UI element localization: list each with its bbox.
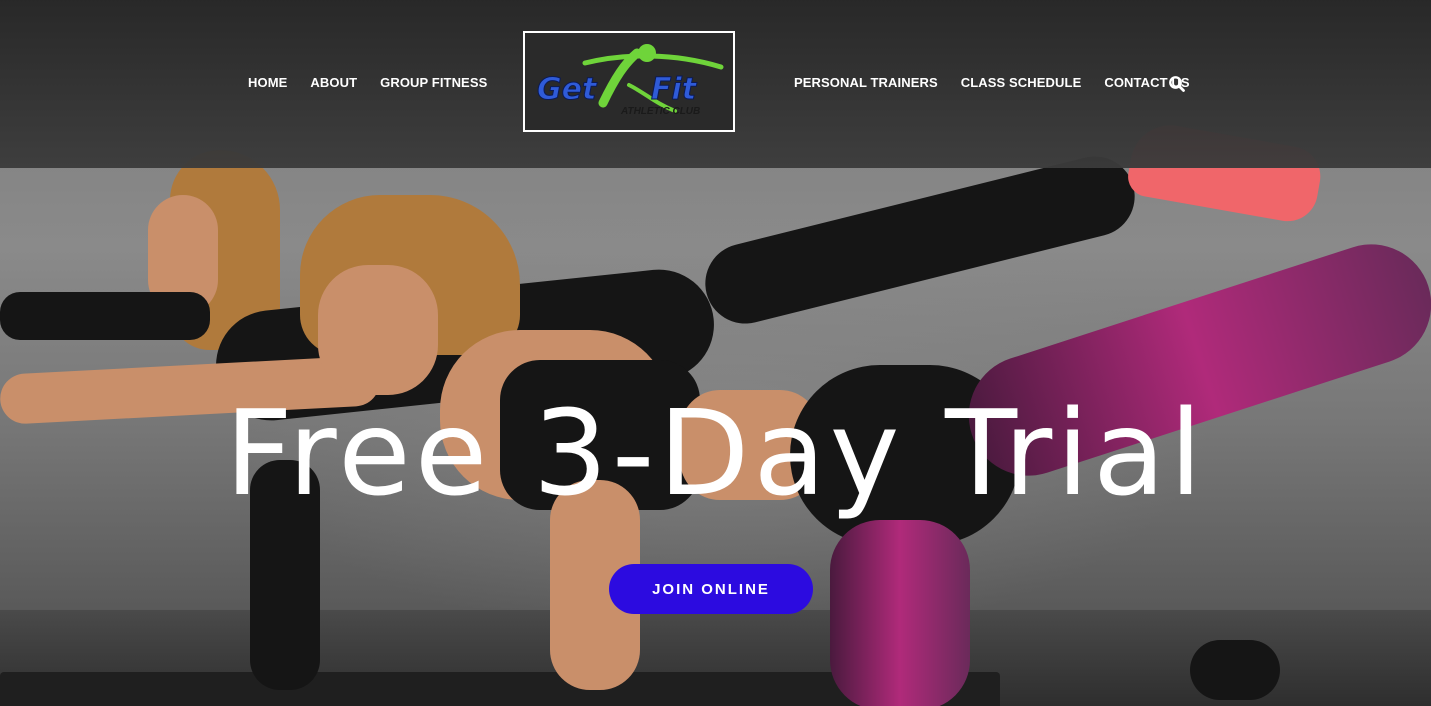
logo-text-athletic-club: ATHLETIC CLUB: [620, 106, 700, 117]
nav-item-class-schedule[interactable]: CLASS SCHEDULE: [961, 74, 1082, 92]
page: HOME ABOUT GROUP FITNESS Get Fit ATHLETI…: [0, 0, 1431, 706]
hero-headline: Free 3-Day Trial: [224, 384, 1207, 522]
search-icon[interactable]: [1168, 75, 1186, 93]
nav-item-personal-trainers[interactable]: PERSONAL TRAINERS: [794, 74, 938, 92]
logo-graphic: Get Fit ATHLETIC CLUB: [537, 44, 724, 117]
nav-item-about[interactable]: ABOUT: [310, 74, 357, 92]
hero-figure-front-face: [318, 265, 438, 395]
hero-figure-back-arm: [0, 292, 210, 340]
site-logo[interactable]: Get Fit ATHLETIC CLUB: [523, 31, 735, 132]
nav-left: HOME ABOUT GROUP FITNESS: [248, 74, 510, 92]
nav-item-home[interactable]: HOME: [248, 74, 287, 92]
hero-figure-front-shoe: [1190, 640, 1280, 700]
nav-item-group-fitness[interactable]: GROUP FITNESS: [380, 74, 487, 92]
nav-right: PERSONAL TRAINERS CLASS SCHEDULE CONTACT…: [794, 74, 1213, 92]
logo-text-fit: Fit: [651, 72, 698, 107]
join-online-button[interactable]: JOIN ONLINE: [609, 564, 813, 614]
logo-text-get: Get: [537, 72, 598, 107]
hero-figure-front-leg-kneel: [830, 520, 970, 706]
